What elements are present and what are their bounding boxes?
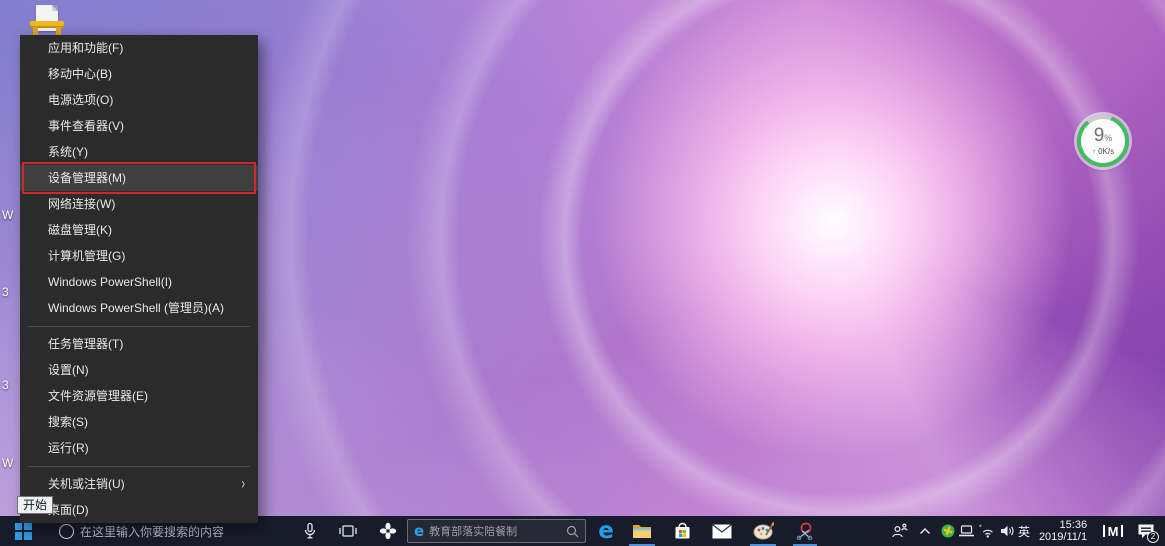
menu-item-desktop[interactable]: 桌面(D) <box>20 497 258 523</box>
edge-browser-icon: e <box>598 520 614 542</box>
menu-item-computer-management[interactable]: 计算机管理(G) <box>20 243 258 269</box>
windows-logo-icon <box>15 523 32 540</box>
menu-item-search[interactable]: 搜索(S) <box>20 409 258 435</box>
menu-item-mobility-center[interactable]: 移动中心(B) <box>20 61 258 87</box>
folder-icon <box>632 523 652 539</box>
action-center-button[interactable]: 2 <box>1132 516 1160 546</box>
search-placeholder: 在这里输入你要搜索的内容 <box>80 523 224 540</box>
people-icon <box>891 523 908 539</box>
news-search-widget[interactable]: e 教育部落实陪餐制 <box>407 519 586 543</box>
menu-item-settings[interactable]: 设置(N) <box>20 357 258 383</box>
chevron-up-icon <box>919 527 931 535</box>
page-fold-icon <box>52 5 58 11</box>
news-headline: 教育部落实陪餐制 <box>429 523 561 539</box>
menu-item-event-viewer[interactable]: 事件查看器(V) <box>20 113 258 139</box>
menu-item-apps-features[interactable]: 应用和功能(F) <box>20 35 258 61</box>
pc-manager-button[interactable]: M <box>1098 516 1128 546</box>
menu-item-network-connections[interactable]: 网络连接(W) <box>20 191 258 217</box>
menu-separator <box>20 461 258 471</box>
upload-speed: 0K/s <box>1098 147 1114 156</box>
menu-item-powershell-admin[interactable]: Windows PowerShell (管理员)(A) <box>20 295 258 321</box>
clock-button[interactable]: 15:36 2019/11/1 <box>1036 516 1090 546</box>
menu-item-label: 关机或注销(U) <box>48 477 125 491</box>
menu-item-shutdown-signout[interactable]: 关机或注销(U) › <box>20 471 258 497</box>
taskbar-file-explorer-button[interactable] <box>628 516 656 546</box>
menu-item-run[interactable]: 运行(R) <box>20 435 258 461</box>
tray-time: 15:36 <box>1060 519 1088 532</box>
taskbar-edge-button[interactable]: e <box>592 516 620 546</box>
antivirus-green-icon <box>941 524 955 538</box>
clamp-leg-icon <box>56 27 61 35</box>
wifi-tray-button[interactable]: * <box>976 516 998 546</box>
windows-desktop: W 3 3 W 9% ↑ 0K/s 应用和功能(F) 移动中心(B) 电源选项(… <box>0 0 1165 546</box>
menu-item-system[interactable]: 系统(Y) <box>20 139 258 165</box>
menu-item-file-explorer[interactable]: 文件资源管理器(E) <box>20 383 258 409</box>
ime-language-button[interactable]: 英 <box>1014 516 1034 546</box>
mail-envelope-icon <box>712 524 732 539</box>
memory-percent: 9 <box>1094 125 1105 146</box>
winx-context-menu: 应用和功能(F) 移动中心(B) 电源选项(O) 事件查看器(V) 系统(Y) … <box>20 35 258 523</box>
task-view-button[interactable] <box>335 516 361 546</box>
laptop-tray-button[interactable] <box>955 516 977 546</box>
desktop-label-fragment: 3 <box>2 378 9 392</box>
snip-tool-icon <box>795 522 815 540</box>
pc-manager-icon: M <box>1103 524 1123 539</box>
menu-item-disk-management[interactable]: 磁盘管理(K) <box>20 217 258 243</box>
desktop-label-fragment: 3 <box>2 285 9 299</box>
desktop-label-fragment: W <box>2 208 13 222</box>
wifi-disconnected-icon: * <box>979 524 996 538</box>
laptop-icon <box>958 524 975 538</box>
paint-palette-icon <box>753 522 774 540</box>
desktop-shortcut-icon[interactable] <box>30 5 64 35</box>
menu-separator <box>20 321 258 331</box>
store-bag-icon <box>674 522 691 540</box>
speed-monitor-badge[interactable]: 9% ↑ 0K/s <box>1077 115 1129 167</box>
language-indicator: 英 <box>1018 523 1030 540</box>
pinwheel-app-icon[interactable] <box>374 516 402 546</box>
microphone-icon[interactable] <box>298 516 322 546</box>
menu-item-device-manager[interactable]: 设备管理器(M) <box>20 165 258 191</box>
taskbar-mail-button[interactable] <box>708 516 736 546</box>
speed-monitor-face: 9% ↑ 0K/s <box>1081 119 1125 163</box>
tray-date: 2019/11/1 <box>1039 531 1087 544</box>
svg-text:*: * <box>979 525 982 532</box>
taskbar-sniptool-button[interactable] <box>790 516 820 546</box>
percent-sign: % <box>1104 133 1112 143</box>
menu-item-powershell[interactable]: Windows PowerShell(I) <box>20 269 258 295</box>
hidden-icons-button[interactable] <box>914 516 936 546</box>
taskbar-paint-button[interactable] <box>748 516 778 546</box>
people-button[interactable] <box>888 516 910 546</box>
upload-arrow-icon: ↑ <box>1092 147 1096 156</box>
taskbar-store-button[interactable] <box>668 516 696 546</box>
notification-count-badge: 2 <box>1147 531 1159 543</box>
clamp-leg-icon <box>33 27 38 35</box>
menu-item-power-options[interactable]: 电源选项(O) <box>20 87 258 113</box>
menu-item-task-manager[interactable]: 任务管理器(T) <box>20 331 258 357</box>
pc-manager-glyph: M <box>1108 524 1119 539</box>
speaker-icon <box>1000 524 1015 538</box>
edge-icon: e <box>414 524 424 539</box>
magnifier-icon <box>566 525 579 538</box>
start-tooltip: 开始 <box>17 496 53 514</box>
desktop-label-fragment: W <box>2 456 13 470</box>
